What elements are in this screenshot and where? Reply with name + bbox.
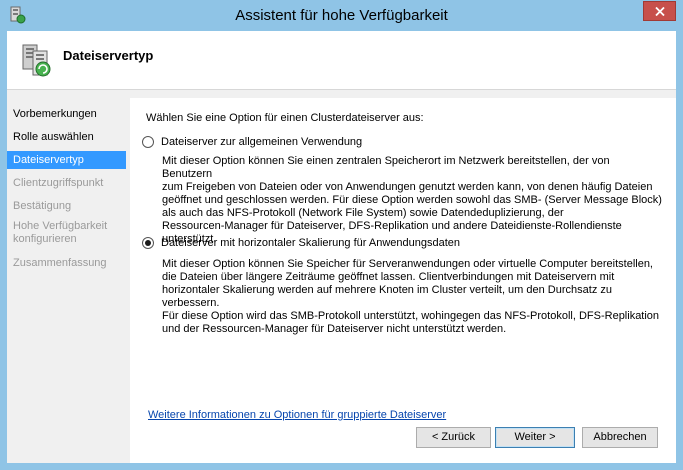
desc-line: Mit dieser Option können Sie Speicher fü… [162, 258, 653, 270]
option-prompt: Wählen Sie eine Option für einen Cluster… [146, 112, 424, 124]
back-button[interactable]: < Zurück [416, 427, 491, 448]
desc-line: geöffnet und geschlossen werden. Für die… [162, 194, 662, 206]
nav-item-bestaetigung: Bestätigung [13, 200, 72, 212]
more-info-link[interactable]: Weitere Informationen zu Optionen für gr… [148, 409, 446, 421]
next-button[interactable]: Weiter > [495, 427, 575, 448]
nav-item-clientzugriffspunkt: Clientzugriffspunkt [13, 177, 104, 189]
wizard-client-area: Dateiservertyp Vorbemerkungen Rolle ausw… [7, 31, 676, 463]
option-general-label[interactable]: Dateiserver zur allgemeinen Verwendung [161, 136, 362, 148]
nav-item-hohe-verfuegbarkeit: Hohe Verfügbarkeit konfigurieren [13, 220, 108, 245]
content-panel: Wählen Sie eine Option für einen Cluster… [130, 98, 676, 463]
option-general-file-server[interactable]: Dateiserver zur allgemeinen Verwendung [142, 136, 362, 148]
desc-line: als auch das NFS-Protokoll (Network File… [162, 207, 564, 219]
desc-line: Für diese Option wird das SMB-Protokoll … [162, 310, 660, 322]
title-bar[interactable]: Assistent für hohe Verfügbarkeit [0, 0, 683, 31]
page-header: Dateiservertyp [7, 31, 676, 90]
option-general-description: Mit dieser Option können Sie einen zentr… [162, 155, 662, 246]
nav-item-dateiservertyp[interactable]: Dateiservertyp [7, 151, 126, 169]
desc-line: Ressourcen-Manager für Dateiserver, DFS-… [162, 220, 622, 232]
radio-general-file-server[interactable] [142, 136, 154, 148]
desc-line: die Dateien über längere Zeiträume geöff… [162, 271, 615, 283]
option-scale-out-label[interactable]: Dateiserver mit horizontaler Skalierung … [161, 237, 460, 249]
cluster-server-icon [19, 43, 55, 79]
window-title: Assistent für hohe Verfügbarkeit [235, 7, 448, 24]
option-scale-out-file-server[interactable]: Dateiserver mit horizontaler Skalierung … [142, 237, 460, 249]
wizard-window: Assistent für hohe Verfügbarkeit Dateise… [0, 0, 683, 470]
nav-item-vorbemerkungen[interactable]: Vorbemerkungen [7, 108, 126, 121]
desc-line: Mit dieser Option können Sie einen zentr… [162, 155, 610, 180]
desc-line: und der Ressourcen-Manager für Dateiserv… [162, 323, 507, 335]
option-scale-out-description: Mit dieser Option können Sie Speicher fü… [162, 258, 662, 336]
page-title: Dateiservertyp [63, 48, 154, 63]
wizard-step-nav: Vorbemerkungen Rolle auswählen Dateiserv… [7, 98, 126, 463]
desc-line: zum Freigeben von Dateien oder von Anwen… [162, 181, 653, 193]
close-icon [655, 7, 665, 16]
radio-scale-out-file-server[interactable] [142, 237, 154, 249]
desc-line: horizontaler Skalierung werden auf mehre… [162, 284, 612, 309]
nav-item-zusammenfassung: Zusammenfassung [13, 257, 107, 269]
nav-item-rolle-auswaehlen[interactable]: Rolle auswählen [7, 131, 126, 144]
close-button[interactable] [643, 1, 676, 21]
cancel-button[interactable]: Abbrechen [582, 427, 658, 448]
